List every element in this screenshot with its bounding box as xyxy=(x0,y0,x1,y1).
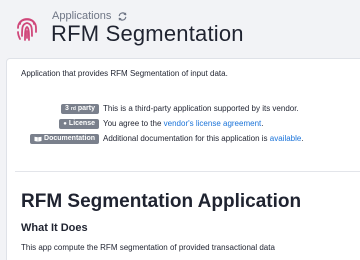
third-party-text: This is a third-party application suppor… xyxy=(103,104,299,113)
license-circle-icon: ● xyxy=(63,120,67,127)
third-party-row: 3rd party This is a third-party applicat… xyxy=(21,101,304,116)
page-title: RFM Segmentation xyxy=(51,21,244,46)
documentation-badge: Documentation xyxy=(30,133,99,144)
documentation-available-link[interactable]: available xyxy=(270,134,302,143)
app-info-list: 3rd party This is a third-party applicat… xyxy=(21,101,304,146)
what-it-does-text: This app compute the RFM segmentation of… xyxy=(21,243,275,252)
license-agreement-link[interactable]: vendor's license agreement xyxy=(164,119,262,128)
what-it-does-heading: What It Does xyxy=(21,222,88,234)
app-heading: RFM Segmentation Application xyxy=(21,191,302,212)
app-description: Application that provides RFM Segmentati… xyxy=(21,69,228,78)
documentation-text: Additional documentation for this applic… xyxy=(103,134,270,143)
page-header: Applications RFM Segmentation xyxy=(0,0,360,56)
fingerprint-logo-icon xyxy=(17,18,37,41)
license-badge: ● License xyxy=(59,118,99,129)
license-text: You agree to the xyxy=(103,119,164,128)
refresh-icon[interactable] xyxy=(117,11,128,22)
book-icon xyxy=(34,136,42,142)
license-row: ● License You agree to the vendor's lice… xyxy=(21,116,304,131)
documentation-row: Documentation Additional documentation f… xyxy=(21,131,304,146)
app-details-panel: Application that provides RFM Segmentati… xyxy=(6,58,360,260)
third-party-badge: 3rd party xyxy=(60,103,99,114)
section-divider xyxy=(15,171,360,172)
